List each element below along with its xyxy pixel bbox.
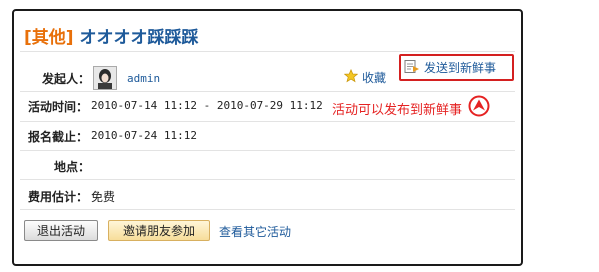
star-icon xyxy=(343,68,359,86)
deadline-label: 报名截止： xyxy=(28,130,89,144)
organizer-username[interactable]: admin xyxy=(127,72,160,85)
divider xyxy=(20,91,515,92)
send-to-feed-button[interactable]: 发送到新鲜事 xyxy=(399,54,514,81)
cost-value: 免费 xyxy=(91,190,116,204)
location-label: 地点： xyxy=(54,160,91,174)
organizer-label: 发起人： xyxy=(42,72,91,86)
send-to-feed-label: 发送到新鲜事 xyxy=(424,61,497,75)
cost-label: 费用估计： xyxy=(28,190,89,204)
divider xyxy=(20,179,515,180)
exit-event-button[interactable]: 退出活动 xyxy=(24,220,98,241)
view-other-events-link[interactable]: 查看其它活动 xyxy=(219,223,291,240)
favorite-button[interactable]: 收藏 xyxy=(343,68,387,86)
time-label: 活动时间： xyxy=(28,100,89,114)
time-value: 2010-07-14 11:12 - 2010-07-29 11:12 xyxy=(91,99,323,112)
avatar[interactable] xyxy=(93,66,117,90)
event-panel: [其他] オオオオ踩踩踩 发起人： admin 收藏 发送到新鲜事 活动时间： 2… xyxy=(12,9,523,266)
invite-friends-button[interactable]: 邀请朋友参加 xyxy=(108,220,210,241)
annotation: 活动可以发布到新鲜事 xyxy=(332,95,490,121)
deadline-value: 2010-07-24 11:12 xyxy=(91,129,197,142)
annotation-text: 活动可以发布到新鲜事 xyxy=(332,102,463,118)
divider xyxy=(20,51,515,52)
event-title[interactable]: オオオオ踩踩踩 xyxy=(80,28,199,48)
up-arrow-circle-icon xyxy=(468,95,490,121)
event-title-row: [其他] オオオオ踩踩踩 xyxy=(24,23,199,48)
divider xyxy=(20,150,515,151)
event-category[interactable]: [其他] xyxy=(24,28,74,48)
divider xyxy=(20,121,515,122)
share-page-icon xyxy=(404,59,420,77)
favorite-label: 收藏 xyxy=(362,71,387,85)
divider xyxy=(20,209,515,210)
